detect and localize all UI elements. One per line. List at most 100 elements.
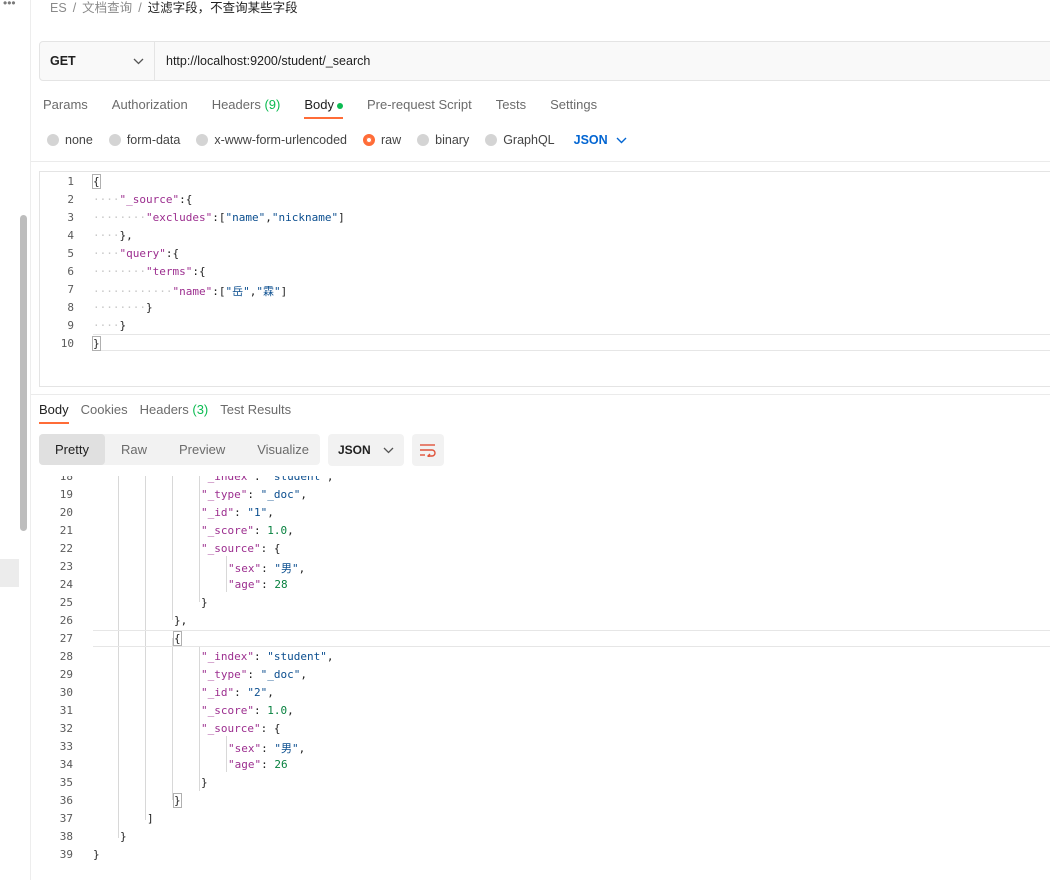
radio-raw[interactable]: raw [363, 133, 401, 147]
line-number: 1 [67, 175, 74, 188]
code-line: ····"_source":{ [93, 193, 193, 206]
response-headers-count: (3) [192, 402, 209, 417]
current-line-highlight [93, 630, 1050, 647]
line-number: 19 [59, 488, 73, 501]
wrap-lines-button[interactable] [412, 434, 444, 466]
body-format-select[interactable]: JSON [574, 133, 627, 147]
body-indicator-dot [336, 102, 343, 109]
radio-graphql[interactable]: GraphQL [485, 133, 555, 147]
line-number: 3 [67, 211, 74, 224]
line-number: 31 [59, 704, 73, 717]
view-pretty[interactable]: Pretty [39, 434, 105, 465]
line-number: 21 [59, 524, 73, 537]
code-line: "_index": "student", [201, 650, 334, 663]
radio-circle-selected [363, 134, 375, 146]
request-body-editor[interactable]: 1 2 3 4 5 6 7 8 9 10 { ····"_source":{ ·… [39, 171, 1050, 387]
indent-guide [226, 556, 227, 592]
method-label: GET [50, 54, 76, 68]
line-number: 18 [59, 476, 73, 483]
radio-circle [196, 134, 209, 146]
indent-guide [199, 476, 200, 602]
line-number: 7 [67, 283, 74, 296]
code-line: "_score": 1.0, [201, 524, 294, 537]
radio-circle [47, 134, 59, 146]
request-tabs: Params Authorization Headers (9) Body Pr… [43, 97, 597, 121]
code-line: "_id": "1", [201, 506, 274, 519]
tab-settings[interactable]: Settings [550, 97, 597, 121]
view-preview[interactable]: Preview [163, 434, 241, 465]
tab-response-body[interactable]: Body [39, 402, 69, 426]
breadcrumb-current[interactable]: 过滤字段，不查询某些字段 [148, 0, 298, 16]
code-line: "age": 28 [228, 578, 288, 591]
tab-pre-request-script[interactable]: Pre-request Script [367, 97, 472, 121]
code-line: "age": 26 [228, 758, 288, 771]
code-line: } [92, 336, 101, 351]
radio-circle [485, 134, 498, 146]
code-line: "_type": "_doc", [201, 488, 307, 501]
sidebar-selected-item[interactable] [0, 559, 19, 587]
indent-guide [172, 638, 173, 800]
breadcrumb-root[interactable]: ES [50, 0, 67, 16]
code-line: "_source": { [201, 542, 281, 555]
method-select[interactable]: GET [40, 42, 155, 80]
code-line: } [120, 830, 127, 843]
tab-authorization[interactable]: Authorization [112, 97, 188, 121]
code-line: ····}, [93, 229, 133, 242]
breadcrumb-separator: / [72, 1, 77, 15]
breadcrumb-separator: / [138, 1, 142, 15]
url-input[interactable]: http://localhost:9200/student/_search [155, 42, 370, 80]
radio-circle [108, 134, 121, 146]
code-line: ············"name":["岳","霖"] [93, 285, 288, 298]
line-number: 23 [59, 560, 73, 573]
line-number: 6 [67, 265, 74, 278]
code-line: } [201, 776, 208, 789]
line-number: 8 [67, 301, 74, 314]
radio-x-www-form-urlencoded[interactable]: x-www-form-urlencoded [196, 133, 347, 147]
line-number: 34 [59, 758, 73, 771]
tab-cookies[interactable]: Cookies [81, 402, 128, 426]
line-number: 33 [59, 740, 73, 753]
line-number: 30 [59, 686, 73, 699]
code-line: "_type": "_doc", [201, 668, 307, 681]
line-number: 20 [59, 506, 73, 519]
line-number: 9 [67, 319, 74, 332]
tab-tests[interactable]: Tests [496, 97, 526, 121]
code-line: } [201, 596, 208, 609]
view-visualize[interactable]: Visualize [241, 434, 325, 465]
code-line: "sex": "男", [228, 562, 306, 575]
line-number: 37 [59, 812, 73, 825]
response-format-select[interactable]: JSON [328, 434, 404, 466]
code-line: ····} [93, 319, 127, 332]
code-line: ········"terms":{ [93, 265, 206, 278]
response-view-toggle: Pretty Raw Preview Visualize [39, 434, 320, 465]
current-line-highlight [93, 334, 1050, 351]
radio-form-data[interactable]: form-data [108, 133, 180, 147]
tab-headers[interactable]: Headers (9) [212, 97, 281, 121]
breadcrumb-folder[interactable]: 文档查询 [82, 0, 132, 16]
divider [31, 161, 1050, 162]
line-number: 28 [59, 650, 73, 663]
line-number: 22 [59, 542, 73, 555]
code-line: "_index": "student", [201, 476, 334, 483]
code-line: ····"query":{ [93, 247, 180, 260]
line-number: 27 [59, 632, 73, 645]
wrap-lines-icon [420, 444, 436, 457]
code-line: { [173, 631, 182, 646]
radio-circle [417, 134, 430, 146]
tab-body[interactable]: Body [304, 97, 343, 121]
response-body-viewer[interactable]: 18 19 20 21 22 23 24 25 26 27 28 29 30 3… [31, 476, 1050, 876]
sidebar-scrollbar[interactable] [20, 215, 27, 531]
tab-params[interactable]: Params [43, 97, 88, 121]
body-type-radios: none form-data x-www-form-urlencoded raw… [47, 133, 627, 147]
line-number: 29 [59, 668, 73, 681]
tab-test-results[interactable]: Test Results [220, 402, 291, 426]
line-number: 2 [67, 193, 74, 206]
line-number: 5 [67, 247, 74, 260]
left-sidebar-rail: ••• [0, 0, 31, 880]
radio-none[interactable]: none [47, 133, 93, 147]
view-raw[interactable]: Raw [105, 434, 163, 465]
tab-response-headers[interactable]: Headers (3) [140, 402, 209, 426]
radio-binary[interactable]: binary [417, 133, 469, 147]
more-icon[interactable]: ••• [3, 0, 16, 10]
code-line: "_source": { [201, 722, 281, 735]
